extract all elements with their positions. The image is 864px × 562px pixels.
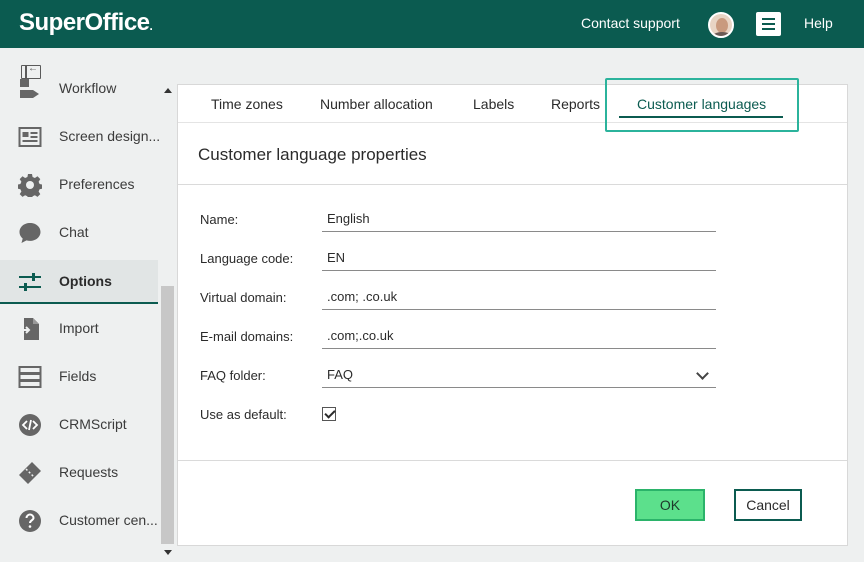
scrollbar-thumb[interactable] xyxy=(161,286,174,544)
name-field[interactable]: English xyxy=(322,207,716,232)
language-code-field[interactable]: EN xyxy=(322,246,716,271)
sidebar-item-label: Screen design... xyxy=(59,128,161,144)
sidebar-scrollbar[interactable] xyxy=(160,84,175,562)
workflow-icon xyxy=(20,79,39,98)
email-domains-label: E-mail domains: xyxy=(200,329,294,344)
sidebar-item-label: Chat xyxy=(59,224,89,240)
sidebar-item-customer-center[interactable]: Customer cen... xyxy=(0,499,158,543)
faq-folder-select[interactable]: FAQ xyxy=(322,363,716,388)
sidebar-item-screen-designer[interactable]: Screen design... xyxy=(0,115,161,159)
sidebar-item-label: Options xyxy=(59,273,112,289)
divider xyxy=(178,184,847,185)
faq-folder-label: FAQ folder: xyxy=(200,368,266,383)
sidebar: Workflow Screen design... Preferences Ch… xyxy=(0,48,175,562)
screen-designer-icon xyxy=(18,127,42,147)
sidebar-item-label: Preferences xyxy=(59,176,135,192)
main-menu-button[interactable] xyxy=(756,12,781,36)
top-bar: SuperOffice. Contact support Help xyxy=(0,0,864,48)
tab-time-zones[interactable]: Time zones xyxy=(211,96,283,112)
sidebar-item-crmscript[interactable]: CRMScript xyxy=(0,403,158,447)
sidebar-item-import[interactable]: Import xyxy=(0,307,158,351)
name-label: Name: xyxy=(200,212,239,227)
fields-icon xyxy=(18,366,42,388)
sidebar-item-label: Import xyxy=(59,320,99,336)
code-icon xyxy=(19,414,41,436)
virtual-domain-field[interactable]: .com; .co.uk xyxy=(322,285,716,310)
sidebar-item-options[interactable]: Options xyxy=(0,260,158,304)
gear-icon xyxy=(18,174,42,197)
sidebar-item-fields[interactable]: Fields xyxy=(0,355,158,399)
sliders-icon xyxy=(19,273,41,291)
contact-support-link[interactable]: Contact support xyxy=(581,15,680,31)
superoffice-logo[interactable]: SuperOffice. xyxy=(19,9,153,37)
sidebar-item-label: Fields xyxy=(59,368,97,384)
tab-reports[interactable]: Reports xyxy=(551,96,600,112)
chat-bubble-icon xyxy=(19,223,41,243)
customer-language-form: Customer language properties Name: Engli… xyxy=(178,123,847,545)
sidebar-item-label: Requests xyxy=(59,464,119,480)
help-link[interactable]: Help xyxy=(804,15,833,31)
sidebar-item-requests[interactable]: Requests xyxy=(0,451,158,495)
sidebar-item-chat[interactable]: Chat xyxy=(0,211,158,255)
sidebar-item-workflow[interactable]: Workflow xyxy=(0,67,158,111)
options-panel: Time zones Number allocation Labels Repo… xyxy=(177,78,848,546)
sidebar-item-label: Customer cen... xyxy=(59,512,158,528)
use-as-default-label: Use as default: xyxy=(200,407,287,422)
user-avatar[interactable] xyxy=(708,12,734,38)
virtual-domain-label: Virtual domain: xyxy=(200,290,287,305)
ok-button[interactable]: OK xyxy=(635,489,705,521)
question-icon xyxy=(19,510,41,532)
language-code-label: Language code: xyxy=(200,251,294,266)
section-title: Customer language properties xyxy=(198,145,427,164)
sidebar-item-label: CRMScript xyxy=(59,416,127,432)
import-icon xyxy=(20,318,39,340)
email-domains-field[interactable]: .com;.co.uk xyxy=(322,324,716,349)
scroll-down-arrow-icon[interactable] xyxy=(164,550,172,555)
tab-bar: Time zones Number allocation Labels Repo… xyxy=(178,78,847,132)
ticket-icon xyxy=(19,462,41,484)
tab-number-allocation[interactable]: Number allocation xyxy=(320,96,433,112)
tab-labels[interactable]: Labels xyxy=(473,96,514,112)
sidebar-item-label: Workflow xyxy=(59,80,117,96)
divider xyxy=(178,460,847,461)
use-as-default-checkbox[interactable] xyxy=(322,407,336,421)
cancel-button[interactable]: Cancel xyxy=(734,489,802,521)
sidebar-item-preferences[interactable]: Preferences xyxy=(0,163,158,207)
scroll-up-arrow-icon[interactable] xyxy=(164,88,172,93)
